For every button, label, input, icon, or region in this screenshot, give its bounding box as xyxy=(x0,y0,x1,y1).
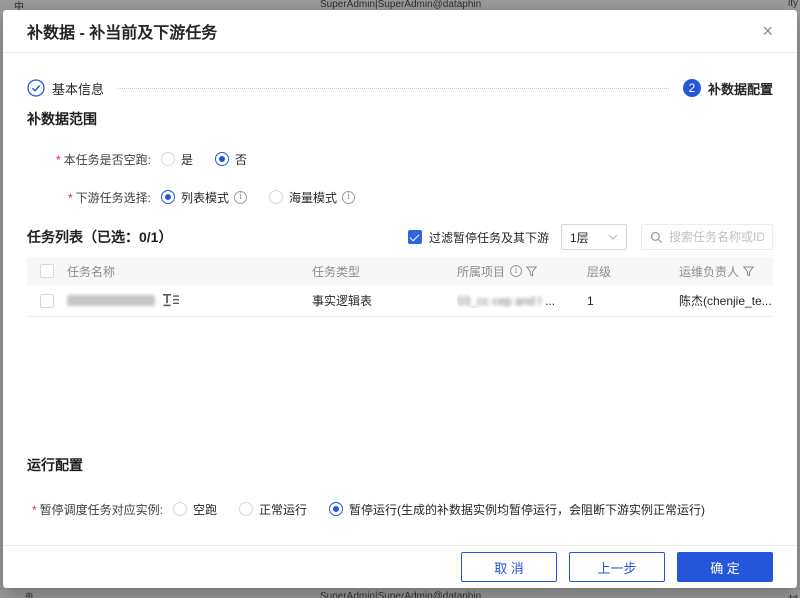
paused-instance-label: *暂停调度任务对应实例: xyxy=(27,501,163,518)
radio-circle xyxy=(215,152,229,166)
radio-label: 列表模式 xyxy=(181,189,229,206)
task-search-input[interactable] xyxy=(669,230,764,244)
radio-instance-normal[interactable]: 正常运行 xyxy=(239,501,307,518)
filter-funnel-icon[interactable] xyxy=(743,266,754,277)
steps-indicator: 基本信息 2 补数据配置 xyxy=(27,79,773,97)
radio-circle xyxy=(161,190,175,204)
background-fragment: 中 xyxy=(14,0,24,10)
radio-label: 空跑 xyxy=(193,501,217,518)
radio-list-mode[interactable]: 列表模式 i xyxy=(161,189,247,206)
info-icon[interactable]: i xyxy=(510,265,522,277)
owner-cell: 陈杰(chenjie_te... xyxy=(679,292,772,309)
table-header-row: 任务名称 任务类型 所属项目 i 层级 运维负责人 xyxy=(27,257,773,285)
radio-label: 暂停运行(生成的补数据实例均暂停运行，会阻断下游实例正常运行) xyxy=(349,501,705,518)
table-row: 事实逻辑表 03_cc cep and l ... 1 陈杰(chenjie_t… xyxy=(27,285,773,317)
step-label: 补数据配置 xyxy=(708,79,773,98)
step-backfill-config: 2 补数据配置 xyxy=(683,79,773,98)
filter-paused-checkbox[interactable] xyxy=(408,230,422,244)
confirm-button[interactable]: 确 定 xyxy=(677,552,773,582)
level-cell: 1 xyxy=(587,294,594,308)
required-asterisk: * xyxy=(56,153,61,167)
filter-funnel-icon[interactable] xyxy=(526,266,537,277)
column-header-level: 层级 xyxy=(587,265,611,279)
cancel-button[interactable]: 取 消 xyxy=(461,552,557,582)
background-bottom-band: ⊕ SuperAdmin|SuperAdmin@dataphin 村 xyxy=(0,588,800,598)
step-label: 基本信息 xyxy=(52,79,104,98)
screen: 中 SuperAdmin|SuperAdmin@dataphin lty ⊕ S… xyxy=(0,0,800,598)
info-icon[interactable]: i xyxy=(342,191,355,204)
dialog-header: 补数据 - 补当前及下游任务 × xyxy=(3,10,797,53)
radio-instance-dry-run[interactable]: 空跑 xyxy=(173,501,217,518)
redacted-task-name xyxy=(67,295,155,306)
column-header-owner: 运维负责人 xyxy=(679,263,739,280)
dialog-title: 补数据 - 补当前及下游任务 xyxy=(27,19,217,43)
depth-select-value: 1层 xyxy=(570,229,589,246)
task-list-header: 任务列表（已选：0/1） 过滤暂停任务及其下游 1层 xyxy=(27,223,773,251)
background-top-band: 中 SuperAdmin|SuperAdmin@dataphin lty xyxy=(0,0,800,10)
radio-label: 是 xyxy=(181,151,193,168)
scope-section-heading: 补数据范围 xyxy=(27,111,773,127)
dag-view-icon[interactable] xyxy=(163,294,179,307)
step-basic-info[interactable]: 基本信息 xyxy=(27,79,104,98)
task-type-cell: 事实逻辑表 xyxy=(312,294,372,308)
dialog-footer: 取 消 上一步 确 定 xyxy=(3,545,797,588)
radio-circle xyxy=(239,502,253,516)
radio-label: 否 xyxy=(235,151,247,168)
redacted-project-name: 03_cc cep and l xyxy=(457,294,541,308)
backfill-dialog: 补数据 - 补当前及下游任务 × 基本信息 2 补数据配置 补数据范围 xyxy=(3,10,797,588)
radio-label: 正常运行 xyxy=(259,501,307,518)
background-account-text: SuperAdmin|SuperAdmin@dataphin xyxy=(320,0,481,10)
task-search-box xyxy=(641,224,773,250)
chevron-down-icon xyxy=(608,234,618,240)
background-fragment: 村 xyxy=(788,591,798,598)
task-table: 任务名称 任务类型 所属项目 i 层级 运维负责人 xyxy=(27,257,773,445)
radio-mass-mode[interactable]: 海量模式 i xyxy=(269,189,355,206)
required-asterisk: * xyxy=(32,503,37,517)
radio-circle xyxy=(173,502,187,516)
column-header-project: 所属项目 xyxy=(457,263,505,280)
run-config-heading: 运行配置 xyxy=(27,457,773,473)
radio-circle xyxy=(329,502,343,516)
task-list-heading: 任务列表（已选：0/1） xyxy=(27,227,172,247)
info-icon[interactable]: i xyxy=(234,191,247,204)
radio-circle xyxy=(161,152,175,166)
radio-dry-run-yes[interactable]: 是 xyxy=(161,151,193,168)
step-number-badge: 2 xyxy=(683,79,701,97)
paused-instance-form-row: *暂停调度任务对应实例: 空跑 正常运行 暂停运行(生成的补数据实例均暂停运行，… xyxy=(27,499,773,519)
step-done-check-icon xyxy=(27,79,45,97)
search-icon xyxy=(650,231,663,244)
background-account-text: SuperAdmin|SuperAdmin@dataphin xyxy=(320,591,481,598)
filter-paused-label: 过滤暂停任务及其下游 xyxy=(429,229,549,246)
background-fragment: ⊕ xyxy=(25,591,33,598)
downstream-mode-form-row: *下游任务选择: 列表模式 i 海量模式 i xyxy=(27,187,773,207)
depth-select[interactable]: 1层 xyxy=(561,224,627,250)
radio-label: 海量模式 xyxy=(289,189,337,206)
steps-connector xyxy=(118,88,669,89)
column-header-task-name: 任务名称 xyxy=(67,263,115,280)
task-list-controls: 过滤暂停任务及其下游 1层 xyxy=(408,224,773,250)
table-empty-area xyxy=(27,317,773,445)
dry-run-form-row: *本任务是否空跑: 是 否 xyxy=(27,149,773,169)
column-header-task-type: 任务类型 xyxy=(312,265,360,279)
radio-instance-paused[interactable]: 暂停运行(生成的补数据实例均暂停运行，会阻断下游实例正常运行) xyxy=(329,501,705,518)
required-asterisk: * xyxy=(68,191,73,205)
background-fragment: lty xyxy=(788,0,798,9)
downstream-mode-label: *下游任务选择: xyxy=(27,189,151,206)
project-ellipsis: ... xyxy=(545,294,555,308)
dry-run-label: *本任务是否空跑: xyxy=(27,151,151,168)
close-icon[interactable]: × xyxy=(762,22,773,40)
select-all-checkbox[interactable] xyxy=(40,264,54,278)
row-checkbox[interactable] xyxy=(40,294,54,308)
radio-dry-run-no[interactable]: 否 xyxy=(215,151,247,168)
radio-circle xyxy=(269,190,283,204)
previous-step-button[interactable]: 上一步 xyxy=(569,552,665,582)
